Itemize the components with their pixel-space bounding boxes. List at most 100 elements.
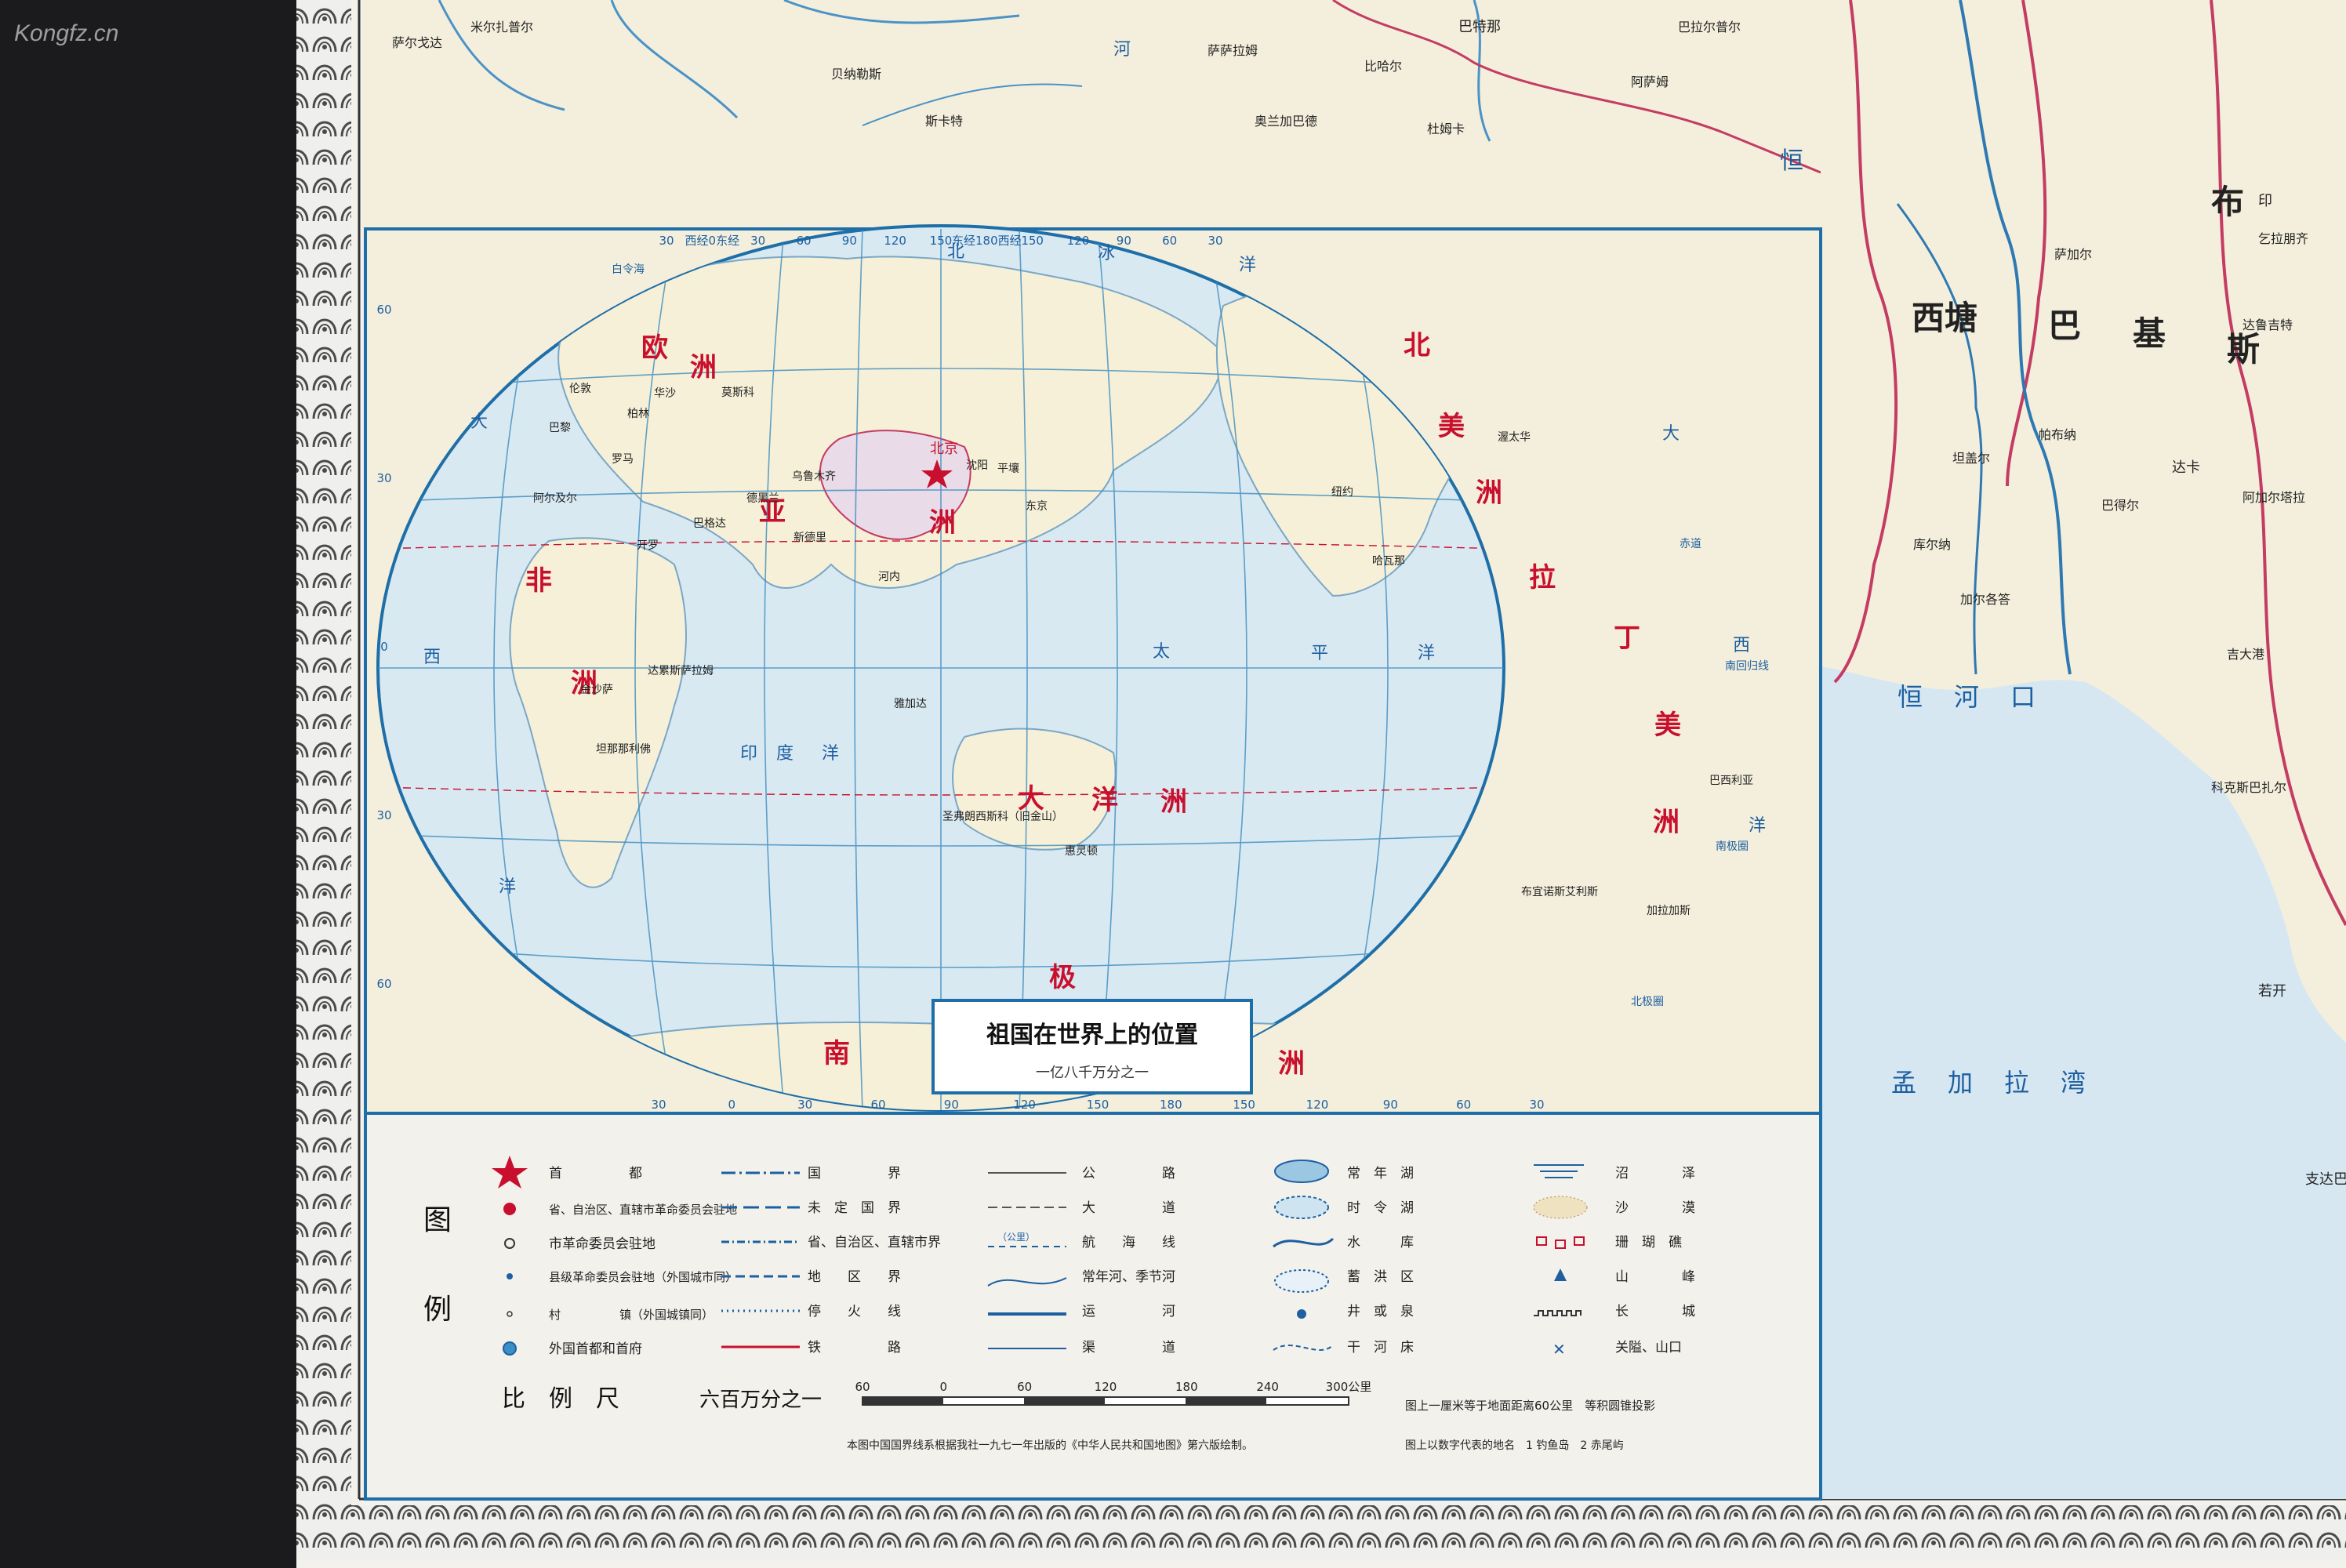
map-label: 印 xyxy=(2258,193,2272,209)
map-label: 巴拉尔普尔 xyxy=(1678,20,1741,34)
county-icon xyxy=(507,1273,513,1279)
map-label: 巴特那 xyxy=(1458,19,1501,35)
lon-ticks-top-label: 30 xyxy=(659,234,674,248)
ocean-label: 太 xyxy=(1153,642,1170,662)
map-label: 斯卡特 xyxy=(925,114,963,129)
continent-label-oceania-1: 大 xyxy=(1018,783,1044,815)
map-label: 达卡 xyxy=(2172,459,2200,476)
lon-ticks-bottom-label: 30 xyxy=(651,1098,666,1112)
place-label: 华沙 xyxy=(654,387,676,400)
legend-panel: 图 例 首 都 省、自治区、直辖市革命委员会驻地 市革命委员会驻地 县级革命委员… xyxy=(364,1112,1822,1501)
place-label: 雅加达 xyxy=(894,698,927,710)
map-label: 坦盖尔 xyxy=(1952,451,1990,466)
well-icon xyxy=(1297,1309,1306,1319)
place-label: 罗马 xyxy=(612,453,634,466)
place-label: 沈阳 xyxy=(966,459,988,472)
ocean-label: 平 xyxy=(1311,644,1328,663)
map-label: 杜姆卡 xyxy=(1427,122,1465,136)
scale-bar xyxy=(862,1396,1349,1406)
lat-tick-label: 60 xyxy=(376,977,391,991)
scale-tick-label: 240 xyxy=(1256,1380,1279,1394)
lon-ticks-top-label: 150 xyxy=(1021,234,1044,248)
scale-tick-label: 0 xyxy=(940,1380,948,1394)
lat-tick-label: 30 xyxy=(376,471,391,485)
place-label: 南回归线 xyxy=(1725,659,1769,673)
continent-label-oceania-2: 洋 xyxy=(1091,785,1118,816)
place-label: 开罗 xyxy=(637,539,659,552)
lon-ticks-bottom-label: 120 xyxy=(1306,1098,1329,1112)
legend-item: 铁 路 xyxy=(808,1340,901,1356)
map-label: 河 xyxy=(1113,40,1131,60)
lat-tick-label: 0 xyxy=(380,640,388,654)
lon-ticks-bottom-label: 180 xyxy=(1160,1098,1182,1112)
legend-item: 蓄 洪 区 xyxy=(1347,1269,1414,1285)
lon-ticks-bottom-label: 30 xyxy=(1529,1098,1544,1112)
map-label: 萨加尔 xyxy=(2054,247,2092,262)
continent-label-latam-3: 美 xyxy=(1654,710,1681,741)
lon-ticks-top-label: 120 xyxy=(1067,234,1090,248)
ocean-label: 印 xyxy=(740,744,757,764)
lon-ticks-top-label: 90 xyxy=(842,234,857,248)
inset-title: 祖国在世界上的位置 xyxy=(986,1022,1198,1049)
boundary-note: 本图中国国界线系根据我社一九七一年出版的《中华人民共和国地图》第六版绘制。 xyxy=(847,1439,1253,1452)
map-label: 加尔各答 xyxy=(1960,592,2010,607)
place-label: 柏林 xyxy=(627,408,649,420)
scale-ratio: 六百万分之一 xyxy=(699,1388,822,1412)
map-label: 贝纳勒斯 xyxy=(831,67,881,82)
legend-item: 省、自治区、直辖市界 xyxy=(808,1235,941,1250)
place-label: 渥太华 xyxy=(1498,431,1531,444)
pass-icon: ✕ xyxy=(1552,1340,1566,1359)
map-label: 孟加拉湾 xyxy=(1891,1068,2117,1098)
lon-ticks-top-label: 30 xyxy=(750,234,765,248)
scale-tick-label: 300公里 xyxy=(1326,1380,1372,1394)
place-label: 惠灵顿 xyxy=(1065,845,1098,858)
legend-item: 地 区 界 xyxy=(808,1269,901,1285)
place-label: 莫斯科 xyxy=(721,387,754,399)
continent-label-namerica-2: 美 xyxy=(1438,411,1465,442)
place-label: 哈瓦那 xyxy=(1372,555,1405,568)
legend-item: 运 河 xyxy=(1082,1304,1175,1319)
legend-item: 未 定 国 界 xyxy=(808,1200,901,1216)
map-label: 支达巴 xyxy=(2305,1171,2346,1188)
lon-ticks-bottom-label: 150 xyxy=(1233,1098,1255,1112)
place-label: 南极圈 xyxy=(1716,840,1749,853)
continent-label-latam-2: 丁 xyxy=(1614,622,1640,654)
place-label: 新德里 xyxy=(794,532,826,544)
legend-item: 国 界 xyxy=(808,1166,901,1181)
legend-item: 省、自治区、直辖市革命委员会驻地 xyxy=(549,1203,737,1217)
legend-item: 停 火 线 xyxy=(808,1304,901,1319)
map-label: 吉大港 xyxy=(2227,647,2264,662)
lon-ticks-bottom-label: 90 xyxy=(1383,1098,1398,1112)
ocean-label: 西 xyxy=(423,648,441,667)
lon-ticks-bottom-label: 150 xyxy=(1087,1098,1109,1112)
lon-ticks-top-label: 60 xyxy=(1162,234,1177,248)
continent-label-antarctica-3: 洲 xyxy=(1278,1048,1305,1080)
ocean-label: 冰 xyxy=(1098,244,1115,263)
map-label: 科克斯巴扎尔 xyxy=(2211,780,2286,795)
scale-tick-label: 60 xyxy=(855,1380,870,1394)
ocean-label: 洋 xyxy=(499,877,516,897)
ocean-label: 洋 xyxy=(1418,644,1435,663)
legend-item: 水 库 xyxy=(1347,1235,1414,1250)
scale-note: 图上一厘米等于地面距离60公里 等积圆锥投影 xyxy=(1405,1399,1655,1413)
map-label: 萨萨拉姆 xyxy=(1208,43,1258,58)
legend-item: 时 令 湖 xyxy=(1347,1200,1414,1216)
ocean-label: 大 xyxy=(1662,424,1680,444)
map-label: 巴 xyxy=(2048,307,2081,345)
continent-label-europe-2: 洲 xyxy=(690,352,717,383)
ornament-border-bottom xyxy=(296,1505,2346,1560)
map-label: 斯 xyxy=(2227,330,2260,368)
scale-label: 比 例 尺 xyxy=(502,1385,619,1413)
legend-item: 村 镇（外国城镇同） xyxy=(549,1308,714,1322)
legend-item: 山 峰 xyxy=(1615,1269,1695,1285)
ocean-label: 大 xyxy=(470,412,488,432)
legend-item: 干 河 床 xyxy=(1347,1340,1414,1356)
place-label: 阿尔及尔 xyxy=(533,492,577,505)
map-label: 比哈尔 xyxy=(1364,59,1402,74)
lon-ticks-top-label: 30 xyxy=(1208,234,1222,248)
foreign-capital-icon xyxy=(503,1341,517,1356)
place-label: 白令海 xyxy=(612,263,645,276)
ocean-label: 洋 xyxy=(1239,256,1256,275)
lon-ticks-top-label: 90 xyxy=(1117,234,1131,248)
map-label: 布 xyxy=(2211,183,2244,221)
